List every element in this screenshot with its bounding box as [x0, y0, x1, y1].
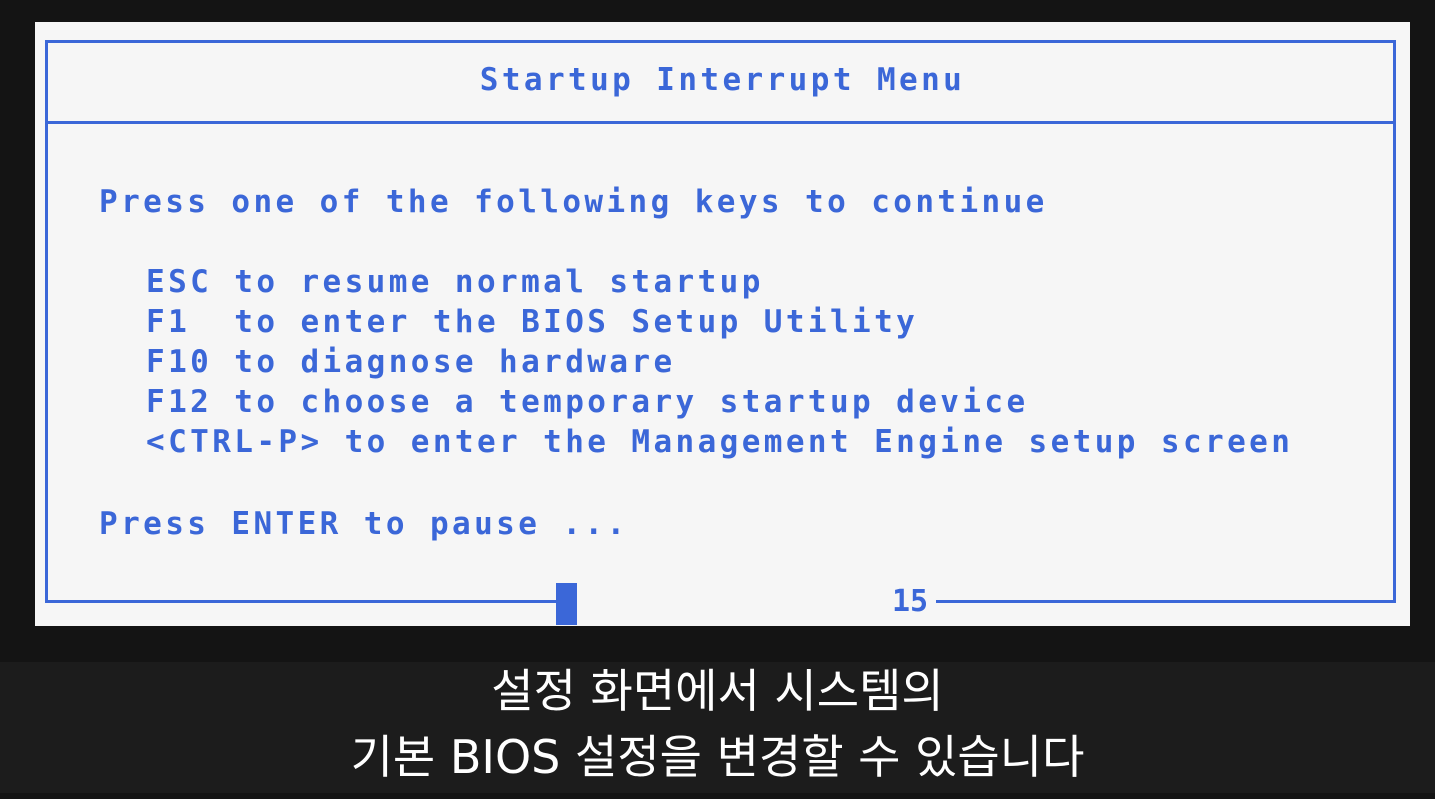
pause-prompt[interactable]: Press ENTER to pause ... — [99, 504, 629, 544]
countdown-progress-marker — [556, 583, 577, 625]
countdown-track-right — [936, 600, 1396, 603]
bios-startup-menu-panel: Startup Interrupt Menu Press one of the … — [35, 22, 1410, 626]
option-f1-bios-setup[interactable]: F1 to enter the BIOS Setup Utility — [146, 302, 1293, 342]
option-esc-resume[interactable]: ESC to resume normal startup — [146, 262, 1293, 302]
screen: Startup Interrupt Menu Press one of the … — [0, 0, 1435, 799]
subtitle-line-2: 기본 BIOS 설정을 변경할 수 있습니다 — [350, 730, 1085, 784]
option-ctrl-p-management-engine[interactable]: <CTRL-P> to enter the Management Engine … — [146, 422, 1293, 462]
title-divider — [45, 121, 1396, 124]
menu-title: Startup Interrupt Menu — [479, 62, 966, 98]
key-options-list: ESC to resume normal startup F1 to enter… — [146, 262, 1293, 462]
subtitle-line-1: 설정 화면에서 시스템의 — [491, 664, 944, 718]
menu-prompt: Press one of the following keys to conti… — [99, 184, 1048, 220]
countdown-seconds: 15 — [892, 584, 929, 619]
option-f12-boot-device[interactable]: F12 to choose a temporary startup device — [146, 382, 1293, 422]
countdown-track-left — [45, 600, 557, 603]
option-f10-diagnostics[interactable]: F10 to diagnose hardware — [146, 342, 1293, 382]
